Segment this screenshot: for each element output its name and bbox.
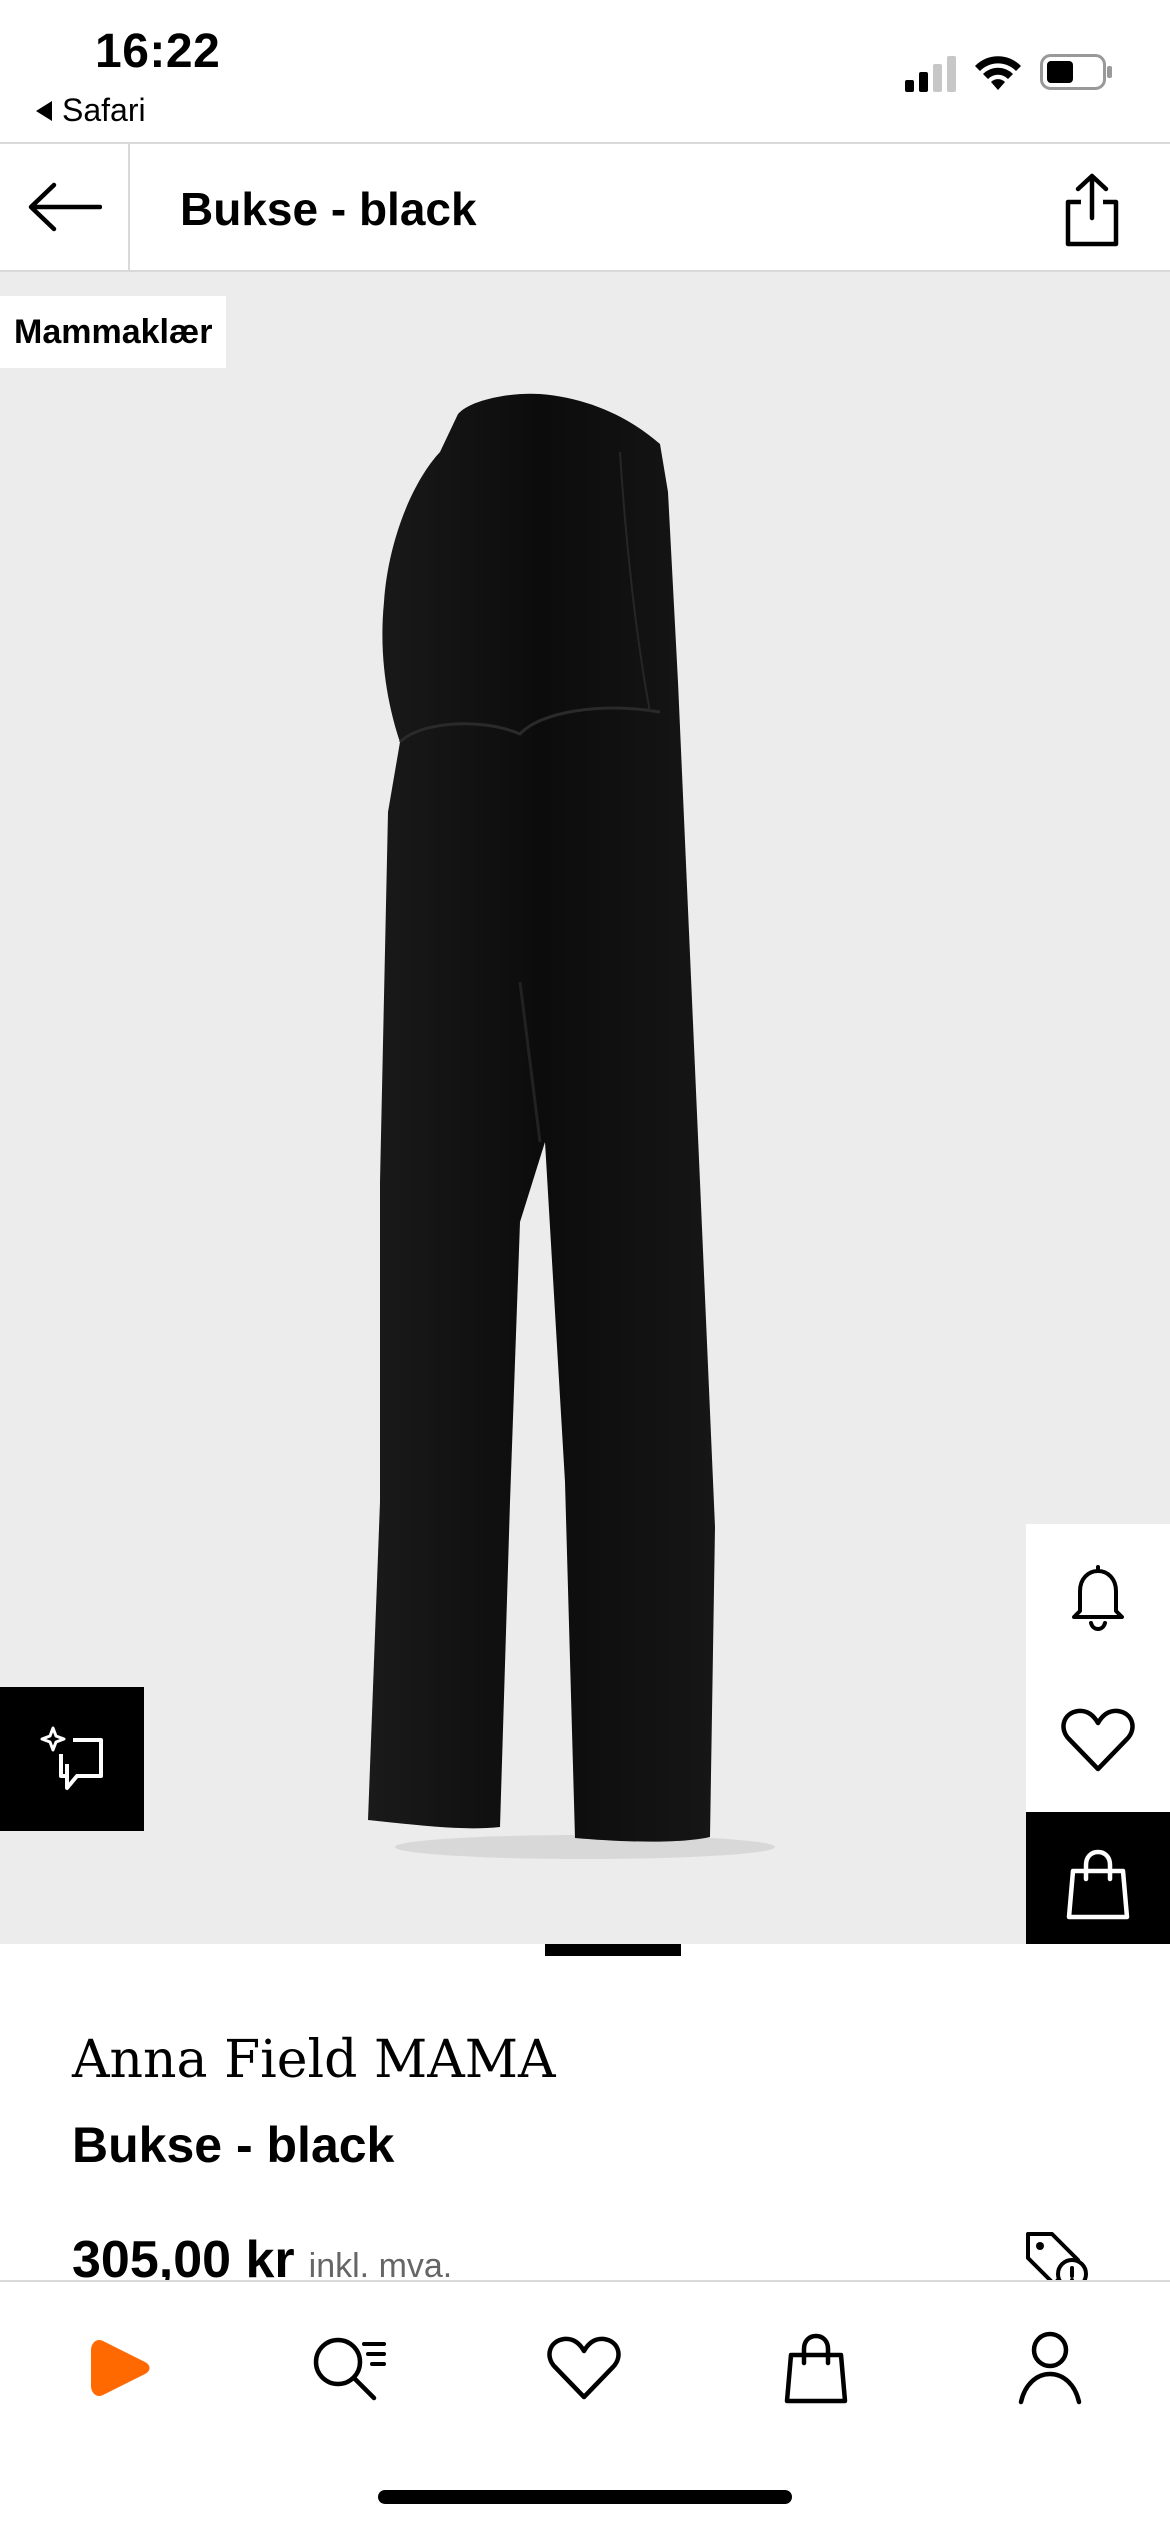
person-icon — [1018, 2331, 1082, 2405]
pager-track — [0, 1944, 955, 1958]
cellular-signal-icon — [905, 56, 956, 92]
notify-button[interactable] — [1026, 1524, 1170, 1668]
status-bar: 16:22 Safari — [0, 0, 1170, 142]
arrow-left-icon — [28, 182, 102, 232]
share-button[interactable] — [1055, 168, 1129, 252]
category-tag: Mammaklær — [0, 296, 227, 368]
nav-wishlist[interactable] — [534, 2318, 634, 2418]
share-icon — [1065, 173, 1119, 247]
zalando-logo-icon — [91, 2340, 150, 2396]
product-name: Bukse - black — [72, 2117, 395, 2173]
pager-active-indicator — [545, 1944, 681, 1956]
bag-icon — [1066, 1849, 1130, 1920]
battery-icon — [1040, 54, 1112, 90]
back-triangle-icon — [36, 100, 52, 121]
status-time: 16:22 — [95, 25, 221, 78]
bag-icon — [784, 2333, 848, 2404]
add-to-bag-button[interactable] — [1026, 1812, 1170, 1944]
back-app-label: Safari — [62, 92, 146, 128]
page-header: Bukse - black — [0, 142, 1170, 272]
heart-icon — [1061, 1708, 1135, 1772]
back-to-app-link[interactable]: Safari — [36, 92, 146, 129]
side-action-bar — [1026, 1524, 1170, 1944]
product-brand[interactable]: Anna Field MAMA — [72, 2030, 556, 2090]
product-image-gallery[interactable]: Mammaklær — [0, 272, 1170, 1944]
nav-search[interactable] — [300, 2318, 400, 2418]
page-title: Bukse - black — [180, 183, 477, 235]
search-list-icon — [313, 2337, 386, 2401]
heart-icon — [547, 2336, 621, 2400]
product-photo-pants — [368, 393, 775, 1859]
image-pager — [0, 1944, 1170, 1958]
nav-home[interactable] — [70, 2318, 170, 2418]
home-indicator[interactable] — [378, 2490, 792, 2504]
wishlist-button[interactable] — [1026, 1668, 1170, 1812]
price-tag-icon[interactable] — [1022, 2228, 1092, 2288]
ai-assistant-button[interactable] — [0, 1687, 144, 1831]
nav-profile[interactable] — [1000, 2318, 1100, 2418]
back-button[interactable] — [0, 144, 130, 270]
nav-bag[interactable] — [766, 2318, 866, 2418]
wifi-icon — [975, 56, 1021, 90]
bell-icon — [1072, 1565, 1124, 1631]
sparkle-chat-icon — [40, 1726, 103, 1790]
